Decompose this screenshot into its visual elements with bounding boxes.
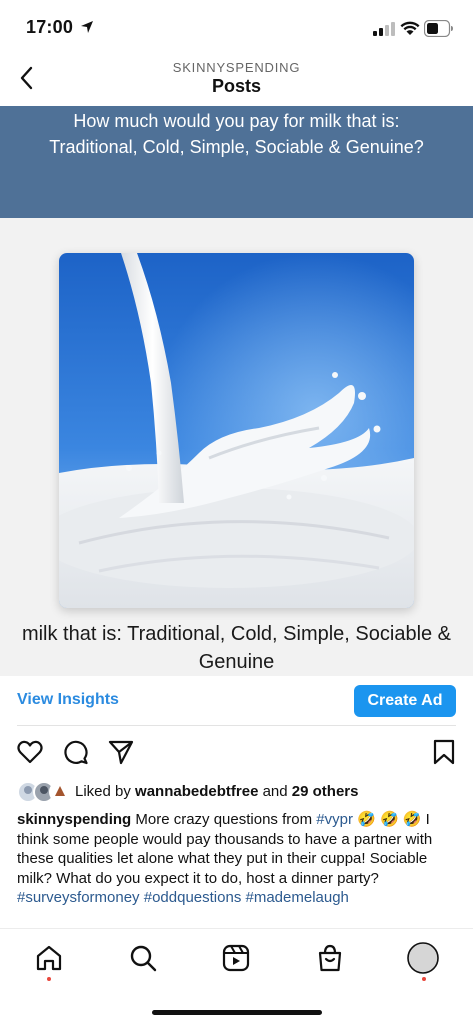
likes-row[interactable]: Liked by wannabedebtfree and 29 others: [17, 780, 457, 804]
search-icon[interactable]: [128, 943, 158, 973]
battery-icon: [424, 20, 453, 37]
post-media[interactable]: How much would you pay for milk that is:…: [0, 106, 473, 676]
shop-icon[interactable]: [315, 943, 345, 973]
question-banner: How much would you pay for milk that is:…: [0, 106, 473, 218]
account-name: SKINNYSPENDING: [172, 60, 301, 75]
status-time: 17:00: [26, 17, 74, 37]
hashtag-vypr[interactable]: #vypr: [316, 811, 353, 828]
home-indicator: [152, 1010, 322, 1015]
hashtag-oddquestions[interactable]: #oddquestions: [144, 889, 242, 906]
share-icon[interactable]: [107, 738, 135, 766]
profile-avatar[interactable]: [407, 942, 439, 974]
image-caption: milk that is: Traditional, Cold, Simple,…: [21, 623, 452, 673]
reels-icon[interactable]: [221, 943, 251, 973]
hashtag-surveysformoney[interactable]: #surveysformoney: [17, 889, 140, 906]
signal-icon: [373, 22, 395, 36]
home-notification-dot: [47, 977, 51, 981]
location-arrow-icon: [81, 21, 93, 33]
insights-row: View Insights Create Ad: [0, 676, 473, 726]
likes-count[interactable]: 29 others: [292, 783, 359, 800]
nav-header: SKINNYSPENDING Posts: [0, 56, 473, 106]
wifi-icon: [400, 21, 420, 35]
comment-icon[interactable]: [62, 738, 90, 766]
post-caption: skinnyspending More crazy questions from…: [17, 811, 433, 906]
post-actions: [0, 738, 473, 770]
profile-notification-dot: [422, 977, 426, 981]
hashtag-mademelaugh[interactable]: #mademelaugh: [246, 889, 349, 906]
divider: [17, 725, 456, 726]
milk-splash-image: [59, 253, 414, 608]
liked-by-text: Liked by wannabedebtfree and 29 others: [75, 783, 359, 800]
liker-username[interactable]: wannabedebtfree: [135, 783, 258, 800]
home-icon[interactable]: [34, 943, 64, 973]
view-insights-link[interactable]: View Insights: [17, 691, 119, 709]
liker-avatars: [17, 781, 71, 803]
caption-username[interactable]: skinnyspending: [17, 811, 131, 828]
page-title: Posts: [211, 76, 262, 96]
heart-icon[interactable]: [16, 738, 44, 766]
status-bar: 17:00: [0, 0, 473, 56]
create-ad-button[interactable]: Create Ad: [354, 685, 456, 717]
bookmark-icon[interactable]: [430, 738, 458, 766]
